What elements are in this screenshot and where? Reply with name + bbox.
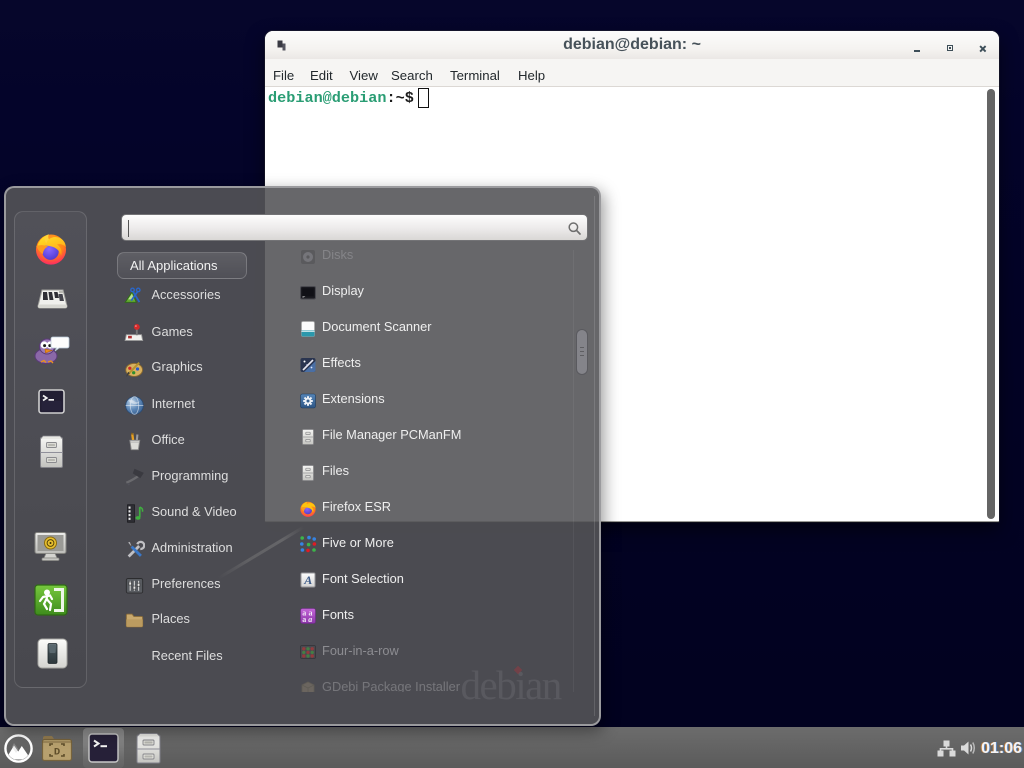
svg-text:a: a — [308, 615, 312, 624]
svg-text:A: A — [303, 573, 312, 587]
svg-text:a: a — [302, 615, 306, 624]
svg-text:D: D — [54, 747, 60, 759]
